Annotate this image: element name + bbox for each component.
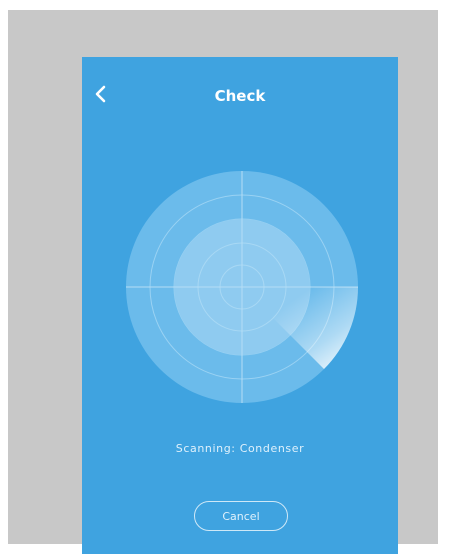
cancel-button[interactable]: Cancel — [194, 501, 288, 531]
radar-scanner — [126, 171, 358, 403]
scanning-status: Scanning: Condenser — [175, 442, 305, 455]
page-title: Check — [214, 87, 266, 105]
device-frame: Check Scanning: Condenser Cancel — [8, 10, 438, 554]
app-screen: Check Scanning: Condenser Cancel — [82, 57, 398, 554]
